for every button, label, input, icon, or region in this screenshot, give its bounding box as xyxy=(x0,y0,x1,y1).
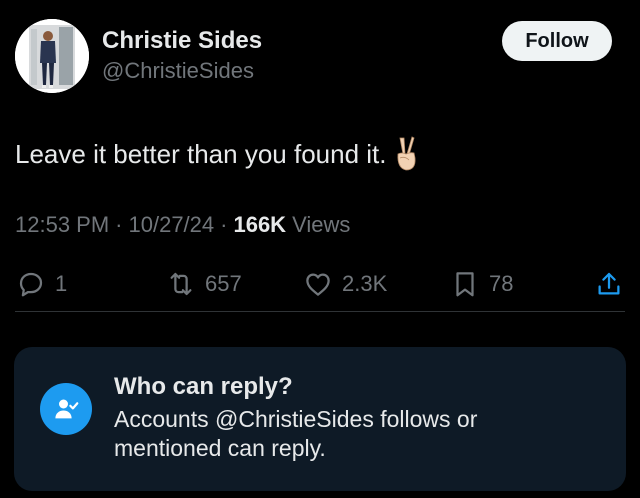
views-label: Views xyxy=(292,212,351,237)
reply-restriction-panel: Who can reply? Accounts @ChristieSides f… xyxy=(14,347,626,491)
like-count: 2.3K xyxy=(342,271,388,296)
bookmark-icon xyxy=(450,269,480,299)
reply-title: Who can reply? xyxy=(114,373,293,400)
views-count: 166K xyxy=(233,212,287,237)
author-name[interactable]: Christie Sides xyxy=(102,27,262,55)
reply-description: Accounts @ChristieSides follows or menti… xyxy=(114,406,478,461)
author-avatar[interactable] xyxy=(15,19,89,93)
tweet-time[interactable]: 12:53 PM xyxy=(15,212,109,238)
retweet-icon xyxy=(166,269,196,299)
user-check-icon xyxy=(40,383,92,435)
tweet-body: Leave it better than you found it. xyxy=(15,134,420,174)
share-button[interactable] xyxy=(594,262,624,306)
share-icon xyxy=(594,269,624,299)
follow-button[interactable]: Follow xyxy=(502,21,612,61)
reply-button[interactable]: 1 xyxy=(16,262,67,306)
action-bar: 1 657 2.3K 78 xyxy=(0,262,640,306)
reply-icon xyxy=(16,269,46,299)
retweet-count: 657 xyxy=(205,271,242,296)
bookmark-count: 78 xyxy=(489,271,514,296)
tweet-date[interactable]: 10/27/24 xyxy=(129,212,215,238)
reply-count: 1 xyxy=(55,271,68,296)
divider xyxy=(15,311,625,312)
bookmark-button[interactable]: 78 xyxy=(450,262,513,306)
retweet-button[interactable]: 657 xyxy=(166,262,242,306)
meta-separator: · xyxy=(115,212,123,237)
tweet-meta: 12:53 PM · 10/27/24 · 166K Views xyxy=(15,212,350,238)
victory-hand-icon xyxy=(392,134,420,174)
like-button[interactable]: 2.3K xyxy=(303,262,387,306)
heart-icon xyxy=(303,269,333,299)
author-handle[interactable]: @ChristieSides xyxy=(102,58,254,84)
tweet-text: Leave it better than you found it. xyxy=(15,138,387,169)
meta-separator: · xyxy=(220,212,228,237)
